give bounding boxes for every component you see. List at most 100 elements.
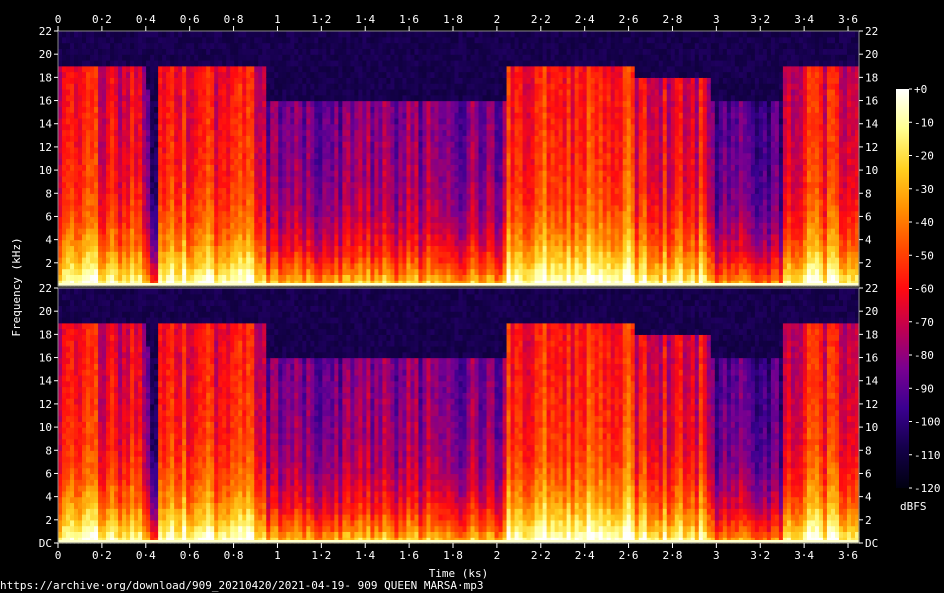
spectrogram-cell: [454, 245, 460, 252]
spectrogram-cell: [362, 204, 367, 212]
spectrogram-cell: [62, 100, 67, 107]
spectrogram-cell: [98, 152, 103, 160]
spectrogram-cell: [118, 59, 123, 67]
spectrogram-cell: [498, 100, 504, 107]
spectrogram-cell: [438, 71, 444, 78]
spectrogram-cell: [110, 251, 115, 258]
spectrogram-cell: [102, 65, 107, 73]
spectrogram-cell: [234, 112, 239, 119]
spectrogram-cell: [166, 94, 171, 102]
spectrogram-cell: [278, 175, 283, 183]
spectrogram-cell: [346, 175, 351, 183]
spectrogram-cell: [402, 204, 408, 212]
spectrogram-cell: [170, 129, 175, 136]
spectrogram-cell: [406, 77, 412, 84]
spectrogram-cell: [234, 216, 239, 223]
spectrogram-cell: [266, 31, 271, 38]
spectrogram-cell: [110, 48, 115, 55]
spectrogram-cell: [122, 268, 127, 276]
spectrogram-cell: [210, 222, 215, 229]
spectrogram-cell: [378, 106, 383, 113]
spectrogram-cell: [146, 77, 151, 84]
spectrogram-cell: [130, 181, 135, 189]
spectrogram-cell: [90, 158, 95, 165]
spectrogram-cell: [134, 158, 139, 165]
spectrogram-cell: [142, 164, 147, 171]
spectrogram-cell: [286, 187, 291, 194]
spectrogram-cell: [78, 262, 83, 270]
spectrogram-cell: [374, 199, 379, 206]
spectrogram-cell: [462, 146, 468, 154]
spectrogram-cell: [450, 117, 456, 125]
spectrogram-cell: [446, 141, 452, 148]
spectrogram-cell: [130, 54, 135, 61]
spectrogram-cell: [498, 181, 504, 189]
spectrogram-cell: [486, 112, 492, 119]
spectrogram-cell: [358, 141, 363, 148]
spectrogram-cell: [226, 175, 231, 183]
spectrogram-cell: [94, 106, 99, 113]
spectrogram-cell: [118, 106, 123, 113]
spectrogram-cell: [186, 164, 191, 171]
spectrogram-cell: [198, 175, 203, 183]
spectrogram-cell: [58, 216, 63, 223]
spectrogram-cell: [434, 59, 440, 67]
spectrogram-cell: [246, 233, 251, 241]
spectrogram-cell: [246, 268, 251, 276]
spectrogram-cell: [342, 251, 347, 258]
spectrogram-cell: [98, 170, 103, 177]
spectrogram-cell: [390, 193, 396, 200]
spectrogram-cell: [506, 88, 512, 96]
spectrogram-cell: [386, 210, 392, 218]
spectrogram-cell: [162, 112, 167, 119]
spectrogram-cell: [326, 123, 331, 131]
spectrogram-cell: [314, 204, 319, 212]
spectrogram-cell: [250, 59, 255, 67]
spectrogram-cell: [486, 123, 492, 131]
spectrogram-cell: [466, 100, 472, 107]
spectrogram-cell: [318, 71, 323, 78]
spectrogram-cell: [362, 100, 367, 107]
spectrogram-cell: [274, 42, 279, 49]
spectrogram-cell: [430, 268, 436, 276]
spectrogram-cell: [398, 94, 404, 102]
spectrogram-cell: [206, 158, 211, 165]
spectrogram-cell: [406, 228, 412, 235]
spectrogram-cell: [350, 123, 355, 131]
spectrogram-cell: [450, 146, 456, 154]
spectrogram-cell: [162, 71, 167, 78]
spectrogram-cell: [286, 239, 291, 247]
spectrogram-cell: [258, 65, 263, 73]
spectrogram-cell: [286, 170, 291, 177]
spectrogram-cell: [290, 123, 295, 131]
spectrogram-cell: [314, 135, 319, 142]
spectrogram-cell: [246, 141, 251, 148]
spectrogram-cell: [86, 262, 91, 270]
spectrogram-cell: [402, 31, 408, 38]
spectrogram-cell: [486, 216, 492, 223]
spectrogram-cell: [310, 274, 315, 281]
spectrogram-cell: [434, 274, 440, 281]
spectrogram-cell: [378, 251, 383, 258]
spectrogram-cell: [194, 228, 199, 235]
spectrogram-cell: [438, 164, 444, 171]
spectrogram-cell: [350, 245, 355, 252]
spectrogram-cell: [142, 262, 147, 270]
spectrogram-cell: [286, 117, 291, 125]
spectrogram-cell: [110, 274, 115, 281]
spectrogram-cell: [206, 164, 211, 171]
spectrogram-cell: [366, 135, 371, 142]
spectrogram-cell: [306, 268, 311, 276]
spectrogram-cell: [378, 129, 383, 136]
spectrogram-cell: [370, 83, 375, 90]
spectrogram-cell: [130, 100, 135, 107]
spectrogram-cell: [454, 59, 460, 67]
spectrogram-cell: [118, 135, 123, 142]
spectrogram-cell: [106, 88, 111, 96]
spectrogram-cell: [378, 262, 383, 270]
spectrogram-cell: [222, 31, 227, 38]
spectrogram-cell: [250, 170, 255, 177]
spectrogram-cell: [150, 210, 155, 218]
spectrogram-cell: [282, 245, 287, 252]
spectrogram-cell: [426, 245, 432, 252]
